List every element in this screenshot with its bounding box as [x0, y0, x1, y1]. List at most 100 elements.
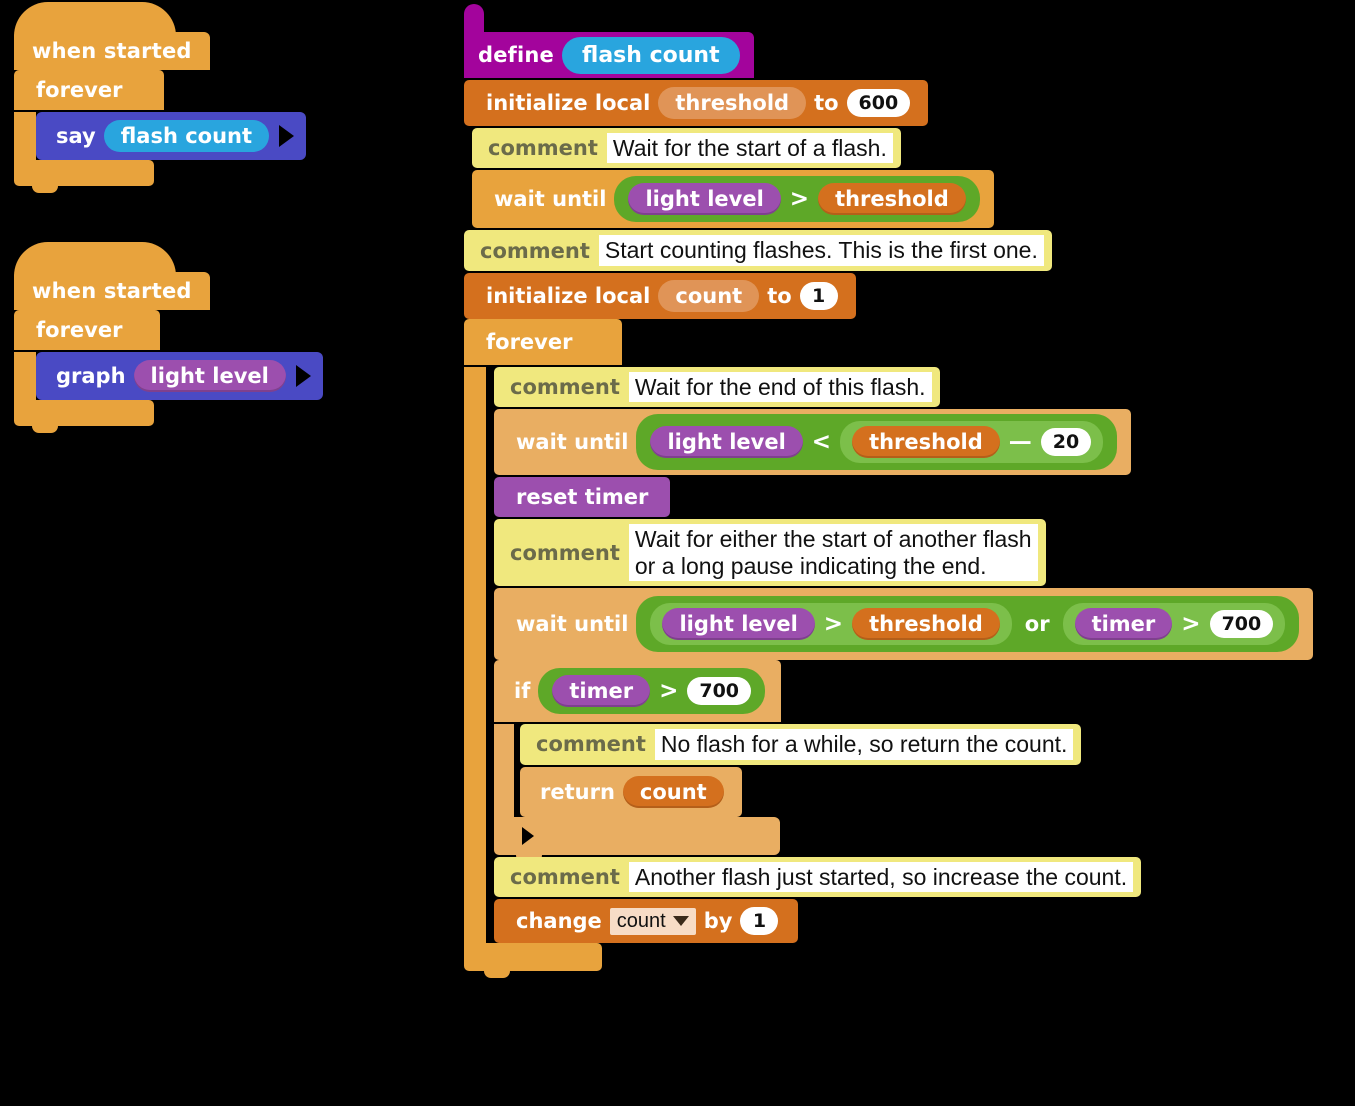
- variable-reporter-threshold-2[interactable]: threshold: [852, 426, 1000, 459]
- hat-block-label-2: when started: [32, 279, 192, 303]
- minus-symbol: —: [1008, 429, 1032, 456]
- by-label: by: [703, 909, 733, 934]
- forever-c-block[interactable]: forever say flash count: [14, 70, 307, 193]
- forever-spine-main: [464, 366, 486, 944]
- comment-block-no-flash[interactable]: comment No flash for a while, so return …: [520, 724, 1082, 765]
- sensing-reporter-light-level-2[interactable]: light level: [650, 426, 803, 459]
- sensing-reporter-light-level[interactable]: light level: [133, 360, 286, 392]
- reset-timer-label: reset timer: [516, 485, 649, 510]
- expand-arrow-icon-2[interactable]: [295, 365, 311, 387]
- operator-symbol-5: >: [659, 678, 679, 705]
- script-define-flash-count[interactable]: define flash count [data-name="define-ha…: [464, 4, 1314, 979]
- sensing-reporter-timer-1[interactable]: timer: [1074, 608, 1173, 641]
- variable-dropdown-count[interactable]: count: [609, 907, 696, 935]
- sensing-reporter-light-level-3[interactable]: light level: [662, 608, 815, 641]
- wait-until-block-1[interactable]: wait until light level > threshold: [472, 170, 994, 229]
- hat-block-when-started[interactable]: when started: [14, 2, 210, 70]
- blocks-workspace[interactable]: when started forever say flash count whe…: [0, 0, 1355, 1106]
- say-block[interactable]: say flash count: [36, 112, 307, 160]
- wait-until-label-1: wait until: [494, 187, 607, 212]
- comment-text-2[interactable]: Start counting flashes. This is the firs…: [598, 235, 1044, 266]
- value-input-600[interactable]: 600: [846, 89, 911, 117]
- comment-block-wait-either[interactable]: comment Wait for either the start of ano…: [494, 519, 1046, 587]
- greater-than-predicate-4[interactable]: timer > 700: [538, 668, 766, 715]
- comment-text[interactable]: Wait for the start of a flash.: [606, 133, 893, 164]
- forever-bottom-notch-2: [32, 425, 58, 433]
- variable-reporter-threshold-1[interactable]: threshold: [818, 183, 966, 216]
- initialize-local-count-block[interactable]: initialize local count to 1: [464, 272, 856, 319]
- initialize-local-label-2: initialize local: [486, 283, 651, 308]
- variable-slot-count[interactable]: count: [658, 279, 760, 312]
- graph-block[interactable]: graph light level: [36, 352, 323, 400]
- variable-reporter-threshold-3[interactable]: threshold: [852, 608, 1000, 641]
- script-say-flash-count[interactable]: when started forever say flash count: [14, 2, 307, 193]
- if-expand-arrow-icon[interactable]: [522, 826, 534, 845]
- forever-cap-main[interactable]: forever: [464, 318, 622, 365]
- comment-block-wait-start[interactable]: comment Wait for the start of a flash.: [472, 128, 901, 169]
- value-input-change-1[interactable]: 1: [740, 907, 779, 936]
- change-variable-block[interactable]: change count by 1: [494, 899, 799, 944]
- value-input-20[interactable]: 20: [1040, 428, 1092, 457]
- forever-foot: [14, 160, 154, 193]
- comment-label-3: comment: [510, 375, 620, 400]
- variable-slot-threshold[interactable]: threshold: [658, 87, 807, 119]
- define-hat-block[interactable]: define flash count: [464, 4, 754, 78]
- forever-c-block-main[interactable]: forever comment Wait for the end of this…: [464, 318, 1314, 979]
- say-label: say: [56, 124, 96, 148]
- less-than-predicate[interactable]: light level < threshold — 20: [636, 414, 1118, 471]
- initialize-local-threshold-block[interactable]: initialize local threshold to 600: [464, 80, 929, 126]
- forever-foot-2: [14, 400, 154, 433]
- forever-body-main: comment Wait for the end of this flash. …: [464, 366, 1314, 944]
- operator-symbol-4: >: [1181, 611, 1201, 638]
- subtraction-operator-block[interactable]: threshold — 20: [840, 421, 1104, 464]
- value-input-700-b[interactable]: 700: [687, 677, 752, 706]
- wait-until-block-2[interactable]: wait until light level < threshold — 20: [494, 409, 1132, 476]
- sensing-reporter-timer-2[interactable]: timer: [552, 675, 651, 708]
- if-foot[interactable]: [494, 816, 780, 862]
- comment-block-start-counting[interactable]: comment Start counting flashes. This is …: [464, 230, 1052, 271]
- if-body: comment No flash for a while, so return …: [494, 724, 1082, 817]
- custom-block-name[interactable]: flash count: [562, 36, 740, 74]
- expand-arrow-icon[interactable]: [279, 125, 295, 147]
- comment-block-wait-end[interactable]: comment Wait for the end of this flash.: [494, 366, 940, 408]
- define-label: define: [478, 43, 555, 67]
- comment-label-6: comment: [510, 864, 620, 889]
- forever-body: say flash count: [14, 112, 307, 160]
- comment-block-another-flash[interactable]: comment Another flash just started, so i…: [494, 856, 1142, 898]
- value-input-1[interactable]: 1: [799, 281, 838, 310]
- comment-label-2: comment: [480, 238, 590, 263]
- reset-timer-block[interactable]: reset timer: [494, 477, 671, 518]
- forever-foot-main: [464, 943, 602, 979]
- if-c-block[interactable]: if timer > 700 comment No flash for a wh…: [494, 660, 1082, 862]
- forever-cap-2[interactable]: forever: [14, 310, 160, 350]
- variable-reporter-count[interactable]: count: [622, 775, 724, 808]
- value-input-700-a[interactable]: 700: [1209, 610, 1274, 639]
- forever-cap[interactable]: forever: [14, 70, 164, 110]
- comment-text-6[interactable]: Another flash just started, so increase …: [628, 861, 1134, 893]
- wait-until-block-3[interactable]: wait until light level > threshold or ti…: [494, 588, 1314, 661]
- forever-spine: [14, 112, 36, 160]
- initialize-local-label: initialize local: [486, 91, 651, 115]
- forever-c-block-2[interactable]: forever graph light level: [14, 310, 323, 433]
- comment-text-5[interactable]: No flash for a while, so return the coun…: [654, 729, 1074, 760]
- custom-block-reporter-flash-count[interactable]: flash count: [103, 120, 270, 152]
- greater-than-predicate-3[interactable]: timer > 700: [1062, 603, 1286, 646]
- dropdown-value: count: [616, 909, 666, 932]
- wait-until-label-3: wait until: [516, 612, 629, 637]
- return-block[interactable]: return count: [520, 766, 742, 817]
- hat-block-when-started-2[interactable]: when started: [14, 242, 210, 310]
- greater-than-predicate-1[interactable]: light level > threshold: [614, 176, 980, 223]
- greater-than-predicate-2[interactable]: light level > threshold: [650, 603, 1012, 646]
- forever-label-2: forever: [36, 318, 123, 342]
- sensing-reporter-light-level-1[interactable]: light level: [628, 183, 781, 216]
- comment-text-4[interactable]: Wait for either the start of another fla…: [628, 524, 1038, 582]
- if-cap[interactable]: if timer > 700: [494, 660, 782, 723]
- forever-label-main: forever: [486, 329, 573, 354]
- script-graph-light-level[interactable]: when started forever graph light level: [14, 242, 323, 433]
- or-operator-block[interactable]: light level > threshold or timer > 700: [636, 596, 1300, 653]
- comment-text-3[interactable]: Wait for the end of this flash.: [628, 371, 932, 403]
- graph-label: graph: [56, 364, 126, 388]
- to-label: to: [814, 91, 839, 115]
- forever-bottom-notch-main: [484, 970, 510, 979]
- chevron-down-icon[interactable]: [672, 916, 689, 927]
